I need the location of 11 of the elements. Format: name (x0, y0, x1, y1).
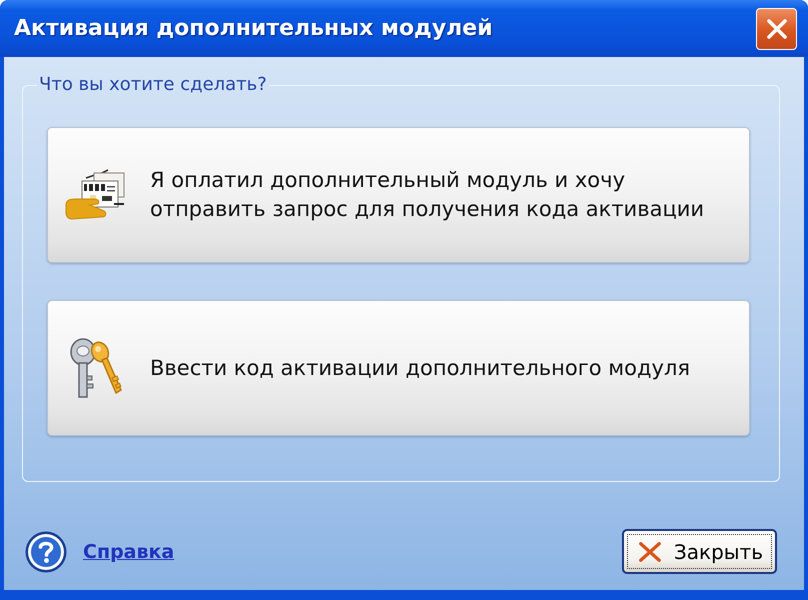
keys-icon (68, 336, 124, 400)
window-title: Активация дополнительных модулей (14, 16, 494, 41)
help-icon (25, 530, 67, 572)
help-link[interactable]: Справка (83, 540, 174, 562)
close-icon (766, 18, 788, 40)
cross-icon (638, 540, 662, 564)
option-button[interactable]: Ввести код активации дополнительного модуля (47, 300, 750, 436)
close-button[interactable]: Закрыть (622, 529, 777, 574)
group-label: Что вы хотите сделать? (38, 75, 268, 95)
window-close-button[interactable] (756, 8, 797, 50)
option-button[interactable]: Я оплатил дополнительный модуль и хочу отправить запрос для получения кода активации (47, 127, 750, 263)
